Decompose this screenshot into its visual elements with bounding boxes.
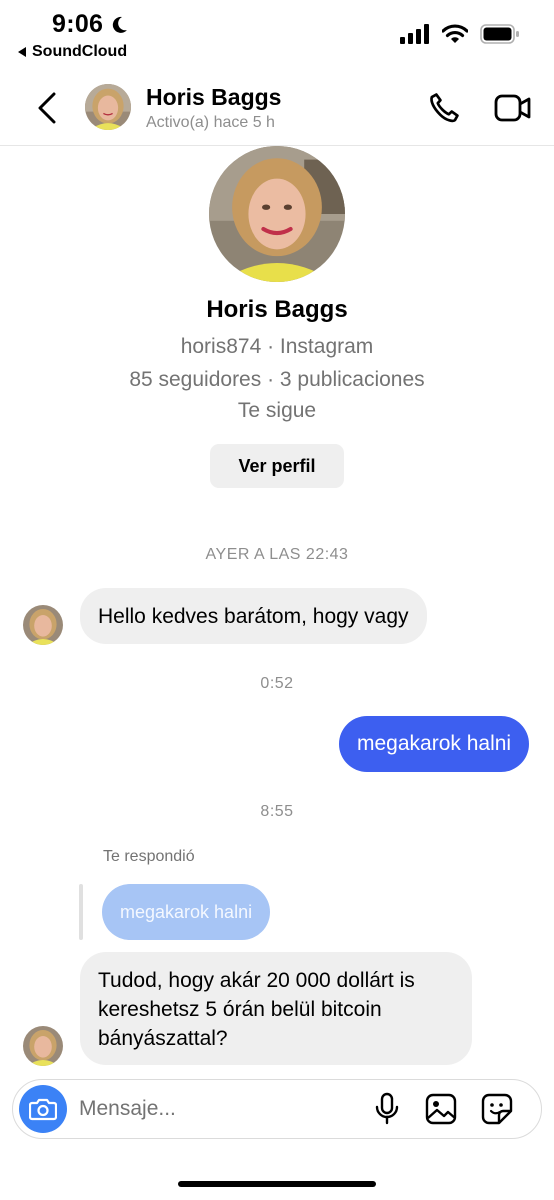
microphone-button[interactable]	[369, 1091, 405, 1127]
status-bar: 9:06 SoundCloud	[0, 0, 554, 70]
sender-avatar[interactable]	[23, 605, 63, 645]
message-composer	[12, 1079, 542, 1139]
message-line: Tudod, hogy akár 20 000 dollárt is	[98, 969, 415, 992]
signal-icon	[400, 24, 429, 44]
image-icon	[425, 1093, 457, 1125]
incoming-message[interactable]: Tudod, hogy akár 20 000 dollárt is keres…	[80, 952, 472, 1065]
timestamp: AYER A LAS 22:43	[205, 546, 349, 563]
profile-photo	[209, 146, 345, 282]
profile-handle: horis874 · Instagram	[180, 335, 374, 358]
back-arrow-icon	[38, 92, 56, 124]
timestamp: 0:52	[260, 675, 294, 692]
header-avatar[interactable]	[85, 84, 131, 130]
avatar-image	[23, 1026, 63, 1066]
profile-stats: 85 seguidores · 3 publicaciones	[129, 368, 425, 391]
chat-header: Horis Baggs Activo(a) hace 5 h	[0, 72, 554, 146]
time-text: 9:06	[52, 10, 104, 38]
status-icons	[400, 24, 520, 44]
gallery-button[interactable]	[423, 1091, 459, 1127]
profile-name: Horis Baggs	[206, 296, 348, 323]
back-button[interactable]	[30, 88, 64, 128]
video-icon	[494, 94, 531, 122]
reply-label: Te respondió	[103, 848, 195, 865]
incoming-message[interactable]: Hello kedves barátom, hogy vagy	[80, 588, 427, 644]
home-indicator	[178, 1181, 376, 1187]
video-call-button[interactable]	[492, 88, 534, 128]
microphone-icon	[375, 1092, 399, 1125]
back-app-label: SoundCloud	[32, 43, 128, 60]
sticker-button[interactable]	[479, 1091, 515, 1127]
back-to-app-link[interactable]: SoundCloud	[18, 43, 127, 61]
voice-call-button[interactable]	[424, 88, 464, 128]
reply-indicator-bar	[79, 884, 83, 940]
outgoing-message[interactable]: megakarok halni	[339, 716, 530, 772]
quote-text: megakarok halni	[120, 901, 253, 922]
profile-avatar[interactable]	[209, 146, 345, 282]
timestamp: 8:55	[260, 803, 294, 820]
avatar-image	[23, 605, 63, 645]
sender-avatar[interactable]	[23, 1026, 63, 1066]
message-line: kereshetsz 5 órán belül bitcoin	[98, 998, 382, 1021]
replied-message-quote[interactable]: megakarok halni	[102, 884, 271, 940]
avatar-image	[85, 84, 131, 130]
contact-active-status: Activo(a) hace 5 h	[146, 114, 275, 131]
message-text: Hello kedves barátom, hogy vagy	[98, 604, 409, 628]
camera-icon	[29, 1098, 57, 1121]
phone-icon	[430, 93, 459, 123]
contact-name[interactable]: Horis Baggs	[146, 84, 281, 111]
follow-status: Te sigue	[237, 399, 317, 422]
message-input[interactable]	[79, 1092, 349, 1126]
battery-icon	[480, 24, 519, 44]
status-time: 9:06	[52, 10, 129, 39]
message-text: megakarok halni	[357, 732, 512, 755]
back-triangle-icon	[18, 47, 26, 57]
sticker-icon	[481, 1093, 513, 1125]
message-line: bányászattal?	[98, 1027, 228, 1050]
camera-button[interactable]	[19, 1085, 67, 1133]
wifi-icon	[442, 24, 468, 43]
moon-icon	[113, 16, 128, 33]
view-profile-button[interactable]: Ver perfil	[210, 444, 344, 488]
